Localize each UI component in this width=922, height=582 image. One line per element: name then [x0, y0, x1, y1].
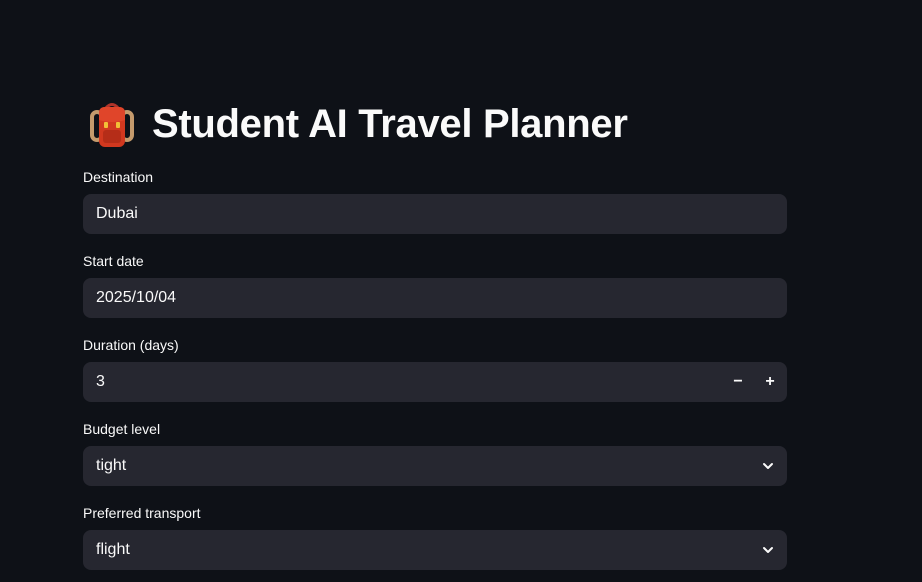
duration-label: Duration (days)	[83, 337, 179, 353]
start-date-label: Start date	[83, 253, 144, 269]
destination-label: Destination	[83, 169, 154, 185]
duration-value: 3	[96, 373, 105, 390]
page-title: Student AI Travel Planner	[152, 101, 628, 146]
destination-value: Dubai	[96, 205, 138, 222]
page-header: Student AI Travel Planner	[86, 96, 628, 152]
budget-label: Budget level	[83, 421, 161, 437]
backpack-icon	[86, 98, 138, 150]
chevron-down-icon	[763, 547, 773, 553]
start-date-value: 2025/10/04	[96, 289, 177, 306]
transport-value: flight	[96, 541, 130, 558]
transport-label: Preferred transport	[83, 505, 201, 521]
duration-number-input[interactable]: 3 − +	[83, 362, 787, 402]
start-date-input[interactable]: 2025/10/04	[83, 278, 787, 318]
chevron-down-icon	[763, 463, 773, 469]
budget-select[interactable]: tight	[83, 446, 787, 486]
decrement-button[interactable]: −	[723, 362, 753, 402]
app-main: Student AI Travel Planner Destination Du…	[0, 0, 922, 582]
transport-select[interactable]: flight	[83, 530, 787, 570]
destination-input[interactable]: Dubai	[83, 194, 787, 234]
increment-button[interactable]: +	[755, 362, 785, 402]
budget-value: tight	[96, 457, 127, 474]
